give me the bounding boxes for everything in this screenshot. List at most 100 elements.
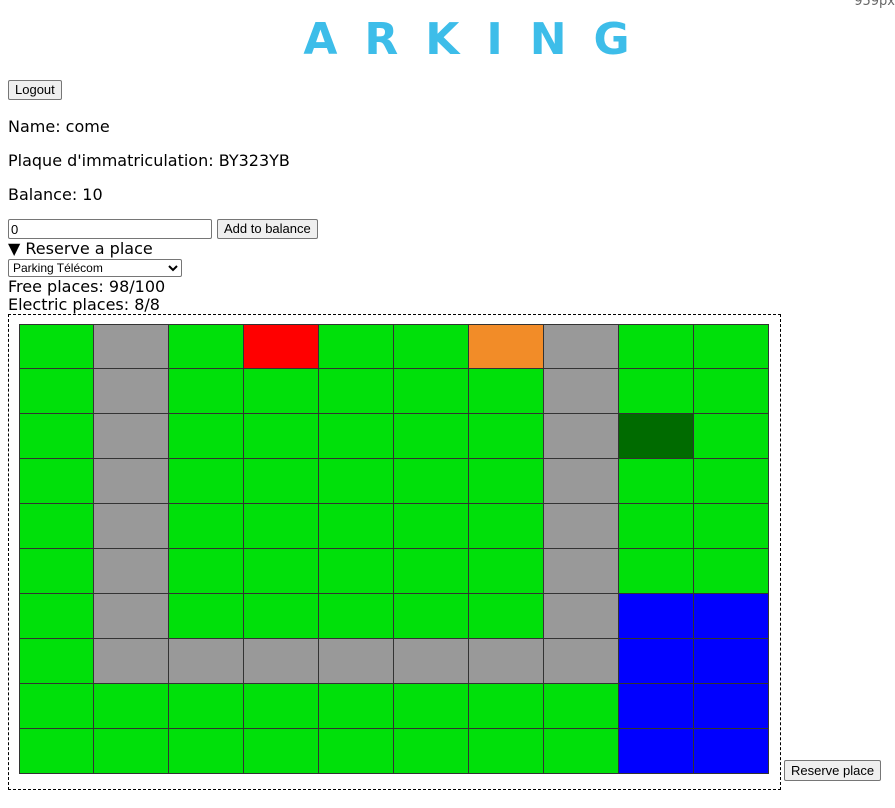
free-spot[interactable] xyxy=(19,504,94,549)
free-spot[interactable] xyxy=(169,324,244,369)
reserve-place-toggle[interactable]: ▼ Reserve a place xyxy=(8,239,153,258)
free-spot[interactable] xyxy=(94,729,169,774)
free-spot[interactable] xyxy=(544,729,619,774)
electric-spot[interactable] xyxy=(619,729,694,774)
free-spot[interactable] xyxy=(19,549,94,594)
free-spot[interactable] xyxy=(469,369,544,414)
free-spot[interactable] xyxy=(319,324,394,369)
add-to-balance-button[interactable]: Add to balance xyxy=(217,219,318,239)
free-spot[interactable] xyxy=(394,324,469,369)
free-spot[interactable] xyxy=(244,369,319,414)
free-spot[interactable] xyxy=(319,414,394,459)
road-cell xyxy=(544,414,619,459)
free-spot[interactable] xyxy=(619,369,694,414)
free-spot[interactable] xyxy=(469,459,544,504)
free-spot[interactable] xyxy=(394,684,469,729)
free-spot[interactable] xyxy=(94,684,169,729)
electric-spot[interactable] xyxy=(619,639,694,684)
free-spot[interactable] xyxy=(169,369,244,414)
occupied-spot[interactable] xyxy=(244,324,319,369)
free-spot[interactable] xyxy=(244,549,319,594)
electric-spot[interactable] xyxy=(619,594,694,639)
road-cell xyxy=(544,549,619,594)
free-spot[interactable] xyxy=(244,504,319,549)
free-spot[interactable] xyxy=(319,729,394,774)
free-spot[interactable] xyxy=(19,729,94,774)
free-spot[interactable] xyxy=(694,369,769,414)
free-spot[interactable] xyxy=(469,414,544,459)
free-spot[interactable] xyxy=(169,684,244,729)
road-cell xyxy=(544,459,619,504)
reserve-place-button[interactable]: Reserve place xyxy=(784,760,882,781)
free-spot[interactable] xyxy=(319,549,394,594)
free-spot[interactable] xyxy=(544,684,619,729)
free-spot[interactable] xyxy=(394,549,469,594)
electric-spot[interactable] xyxy=(694,594,769,639)
free-spot[interactable] xyxy=(169,549,244,594)
free-spot[interactable] xyxy=(319,504,394,549)
viewport-width-label: 959px xyxy=(854,0,895,9)
free-spot[interactable] xyxy=(694,549,769,594)
free-spot[interactable] xyxy=(169,594,244,639)
free-spot[interactable] xyxy=(19,324,94,369)
free-spot[interactable] xyxy=(244,594,319,639)
free-spot[interactable] xyxy=(469,504,544,549)
free-spot[interactable] xyxy=(319,369,394,414)
road-cell xyxy=(394,639,469,684)
free-spot[interactable] xyxy=(319,459,394,504)
balance-amount-input[interactable] xyxy=(8,219,212,239)
license-plate: Plaque d'immatriculation: BY323YB xyxy=(8,151,290,170)
free-spot[interactable] xyxy=(394,594,469,639)
road-cell xyxy=(94,324,169,369)
balance: Balance: 10 xyxy=(8,185,103,204)
selected-spot[interactable] xyxy=(619,414,694,459)
free-spot[interactable] xyxy=(469,594,544,639)
electric-spot[interactable] xyxy=(694,729,769,774)
free-spot[interactable] xyxy=(619,324,694,369)
free-spot[interactable] xyxy=(244,729,319,774)
free-spot[interactable] xyxy=(19,639,94,684)
free-spot[interactable] xyxy=(19,369,94,414)
road-cell xyxy=(544,594,619,639)
free-spot[interactable] xyxy=(469,549,544,594)
free-spot[interactable] xyxy=(694,459,769,504)
road-cell xyxy=(169,639,244,684)
free-spot[interactable] xyxy=(619,549,694,594)
free-spot[interactable] xyxy=(244,414,319,459)
logout-button[interactable]: Logout xyxy=(8,80,62,100)
app-logo: ARKING xyxy=(303,14,657,65)
free-spot[interactable] xyxy=(19,594,94,639)
free-spot[interactable] xyxy=(169,459,244,504)
free-spot[interactable] xyxy=(394,369,469,414)
free-spot[interactable] xyxy=(619,459,694,504)
free-spot[interactable] xyxy=(469,729,544,774)
free-spot[interactable] xyxy=(244,459,319,504)
free-spot[interactable] xyxy=(619,504,694,549)
electric-spot[interactable] xyxy=(694,639,769,684)
free-spot[interactable] xyxy=(394,504,469,549)
free-spot[interactable] xyxy=(394,459,469,504)
free-spot[interactable] xyxy=(694,324,769,369)
free-spot[interactable] xyxy=(19,459,94,504)
reserved-spot[interactable] xyxy=(469,324,544,369)
free-spot[interactable] xyxy=(394,414,469,459)
free-spot[interactable] xyxy=(469,684,544,729)
road-cell xyxy=(469,639,544,684)
free-spot[interactable] xyxy=(394,729,469,774)
parking-map-grid xyxy=(19,324,769,774)
free-spot[interactable] xyxy=(319,594,394,639)
free-spot[interactable] xyxy=(19,414,94,459)
free-spot[interactable] xyxy=(694,504,769,549)
electric-spot[interactable] xyxy=(694,684,769,729)
road-cell xyxy=(94,504,169,549)
parking-select[interactable]: Parking Télécom xyxy=(8,259,182,277)
electric-spot[interactable] xyxy=(619,684,694,729)
free-spot[interactable] xyxy=(244,684,319,729)
free-spot[interactable] xyxy=(169,504,244,549)
free-spot[interactable] xyxy=(169,729,244,774)
free-spot[interactable] xyxy=(19,684,94,729)
road-cell xyxy=(94,414,169,459)
free-spot[interactable] xyxy=(694,414,769,459)
free-spot[interactable] xyxy=(319,684,394,729)
free-spot[interactable] xyxy=(169,414,244,459)
